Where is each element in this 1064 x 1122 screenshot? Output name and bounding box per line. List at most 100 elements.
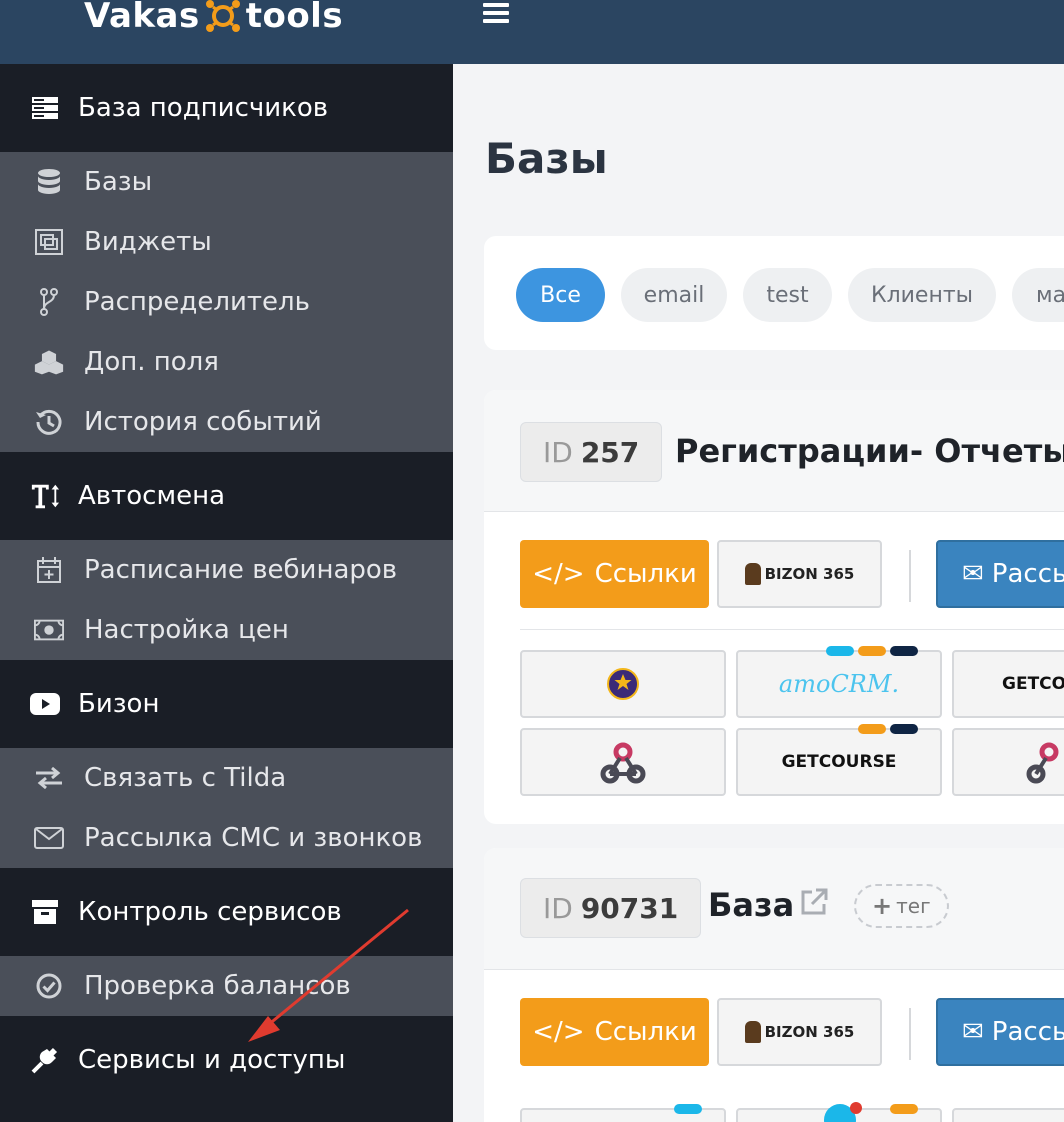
database-name[interactable]: База	[708, 886, 794, 924]
database-name[interactable]: Регистрации- Отчеты	[675, 432, 1064, 470]
main-content: Базы Все email test Клиенты ма ID 257 Рег…	[453, 64, 1064, 1122]
menu-toggle-icon[interactable]	[483, 3, 509, 27]
integration-webhook-partial[interactable]	[952, 728, 1064, 796]
divider	[909, 550, 911, 602]
database-id-badge: ID 257	[520, 422, 663, 482]
money-bill-icon	[34, 615, 64, 645]
plus-icon: +	[872, 892, 893, 920]
sidebar-section-autochange[interactable]: Автосмена	[0, 452, 453, 540]
sidebar-item-extra-fields[interactable]: Доп. поля	[0, 332, 453, 392]
archive-icon	[30, 897, 60, 927]
envelope-icon: ✉	[962, 1017, 984, 1047]
sidebar-section-service-control[interactable]: Контроль сервисов	[0, 868, 453, 956]
sidebar-item-sms-calls[interactable]: Рассылка СМС и звонков	[0, 808, 453, 868]
sidebar-item-label: Расписание вебинаров	[84, 555, 398, 585]
mailing-button[interactable]: ✉ Рассы	[936, 540, 1064, 608]
logo-network-icon	[205, 0, 240, 32]
filter-chip-email[interactable]: email	[621, 268, 727, 322]
plug-icon	[30, 1045, 60, 1075]
widget-icon	[34, 227, 64, 257]
integration-tile[interactable]	[520, 1104, 726, 1122]
add-tag-button[interactable]: + тег	[854, 884, 949, 928]
calendar-plus-icon	[34, 555, 64, 585]
database-card-257: ID 257 Регистрации- Отчеты </> Ссылки BIZO…	[484, 390, 1064, 824]
sidebar-item-label: История событий	[84, 407, 322, 437]
integration-tile[interactable]	[736, 1102, 942, 1122]
bizon365-button[interactable]: BIZON 365	[717, 998, 882, 1066]
sidebar-section-label: Бизон	[78, 689, 160, 719]
logo-text-left: Vakas	[84, 0, 200, 36]
sidebar-item-label: Распределитель	[84, 287, 310, 317]
external-link-icon[interactable]	[800, 888, 828, 916]
database-icon	[34, 167, 64, 197]
submenu-autochange: Расписание вебинаров Настройка цен	[0, 540, 453, 660]
filter-chip-test[interactable]: test	[743, 268, 832, 322]
sidebar-item-event-history[interactable]: История событий	[0, 392, 453, 452]
branch-icon	[34, 287, 64, 317]
logo[interactable]: Vakas tools	[84, 0, 343, 38]
submenu-bizon: Связать с Tilda Рассылка СМС и звонков	[0, 748, 453, 868]
integration-amocrm[interactable]: amoCRM.	[736, 646, 942, 718]
code-icon: </>	[532, 559, 585, 589]
integration-getcourse[interactable]: GETCOURSE	[736, 724, 942, 796]
sidebar-item-label: Связать с Tilda	[84, 763, 287, 793]
integration-tile[interactable]	[952, 1108, 1064, 1122]
mailing-button[interactable]: ✉ Рассы	[936, 998, 1064, 1066]
links-button[interactable]: </> Ссылки	[520, 540, 709, 608]
filter-chip-clients[interactable]: Клиенты	[848, 268, 996, 322]
sidebar-section-label: База подписчиков	[78, 93, 329, 123]
sidebar-item-balance-check[interactable]: Проверка балансов	[0, 956, 453, 1016]
sidebar-item-label: Настройка цен	[84, 615, 289, 645]
sidebar-item-label: Виджеты	[84, 227, 212, 257]
sidebar-section-bizon[interactable]: Бизон	[0, 660, 453, 748]
envelope-icon	[34, 823, 64, 853]
divider	[909, 1008, 911, 1060]
server-icon	[30, 93, 60, 123]
sidebar-item-distributor[interactable]: Распределитель	[0, 272, 453, 332]
getcourse-logo: GETCO	[1002, 674, 1064, 694]
sidebar-item-bases[interactable]: Базы	[0, 152, 453, 212]
bizon365-button[interactable]: BIZON 365	[717, 540, 882, 608]
text-height-icon	[30, 481, 60, 511]
sidebar-section-label: Автосмена	[78, 481, 225, 511]
youtube-icon	[30, 689, 60, 719]
integration-webhook[interactable]	[520, 728, 726, 796]
history-icon	[34, 407, 64, 437]
database-card-header: ID 257 Регистрации- Отчеты	[484, 390, 1064, 512]
sidebar-item-label: Доп. поля	[84, 347, 219, 377]
sidebar-item-tilda-link[interactable]: Связать с Tilda	[0, 748, 453, 808]
logo-text-right: tools	[245, 0, 344, 36]
status-dots	[674, 1104, 702, 1114]
envelope-icon: ✉	[962, 559, 984, 589]
sidebar-section-label: Сервисы и доступы	[78, 1045, 346, 1075]
code-icon: </>	[532, 1017, 585, 1047]
sidebar-section-label: Контроль сервисов	[78, 897, 342, 927]
integration-getcourse-partial[interactable]: GETCO	[952, 650, 1064, 718]
check-circle-icon	[34, 971, 64, 1001]
filter-bar: Все email test Клиенты ма	[484, 236, 1064, 350]
sidebar-item-price-settings[interactable]: Настройка цен	[0, 600, 453, 660]
bubble-logo-icon	[824, 1102, 862, 1122]
submenu-service-control: Проверка балансов	[0, 956, 453, 1016]
sidebar-item-label: Рассылка СМС и звонков	[84, 823, 423, 853]
links-button[interactable]: </> Ссылки	[520, 998, 709, 1066]
filter-chip-all[interactable]: Все	[516, 268, 605, 322]
sidebar-section-subscribers[interactable]: База подписчиков	[0, 64, 453, 152]
sidebar-section-services-access[interactable]: Сервисы и доступы	[0, 1016, 453, 1104]
database-card-90731: ID 90731 База + тег </> Ссылки BIZON 365 ✉ Р…	[484, 848, 1064, 1122]
divider	[520, 629, 1064, 630]
integration-webinar-stars[interactable]	[520, 650, 726, 718]
status-dots	[858, 724, 918, 734]
sidebar-item-label: Базы	[84, 167, 153, 197]
webhook-icon	[600, 742, 646, 784]
sidebar-item-webinar-schedule[interactable]: Расписание вебинаров	[0, 540, 453, 600]
bizon-logo-icon	[744, 563, 761, 585]
filter-chip-ma[interactable]: ма	[1012, 268, 1064, 322]
database-id-badge: ID 90731	[520, 878, 702, 938]
amocrm-logo: amoCRM.	[778, 670, 900, 698]
sidebar-item-widgets[interactable]: Виджеты	[0, 212, 453, 272]
submenu-subscribers: Базы Виджеты Распределитель Доп. поля Ис…	[0, 152, 453, 452]
page-title: Базы	[485, 134, 608, 183]
cubes-icon	[34, 347, 64, 377]
database-card-header: ID 90731 База + тег	[484, 848, 1064, 970]
